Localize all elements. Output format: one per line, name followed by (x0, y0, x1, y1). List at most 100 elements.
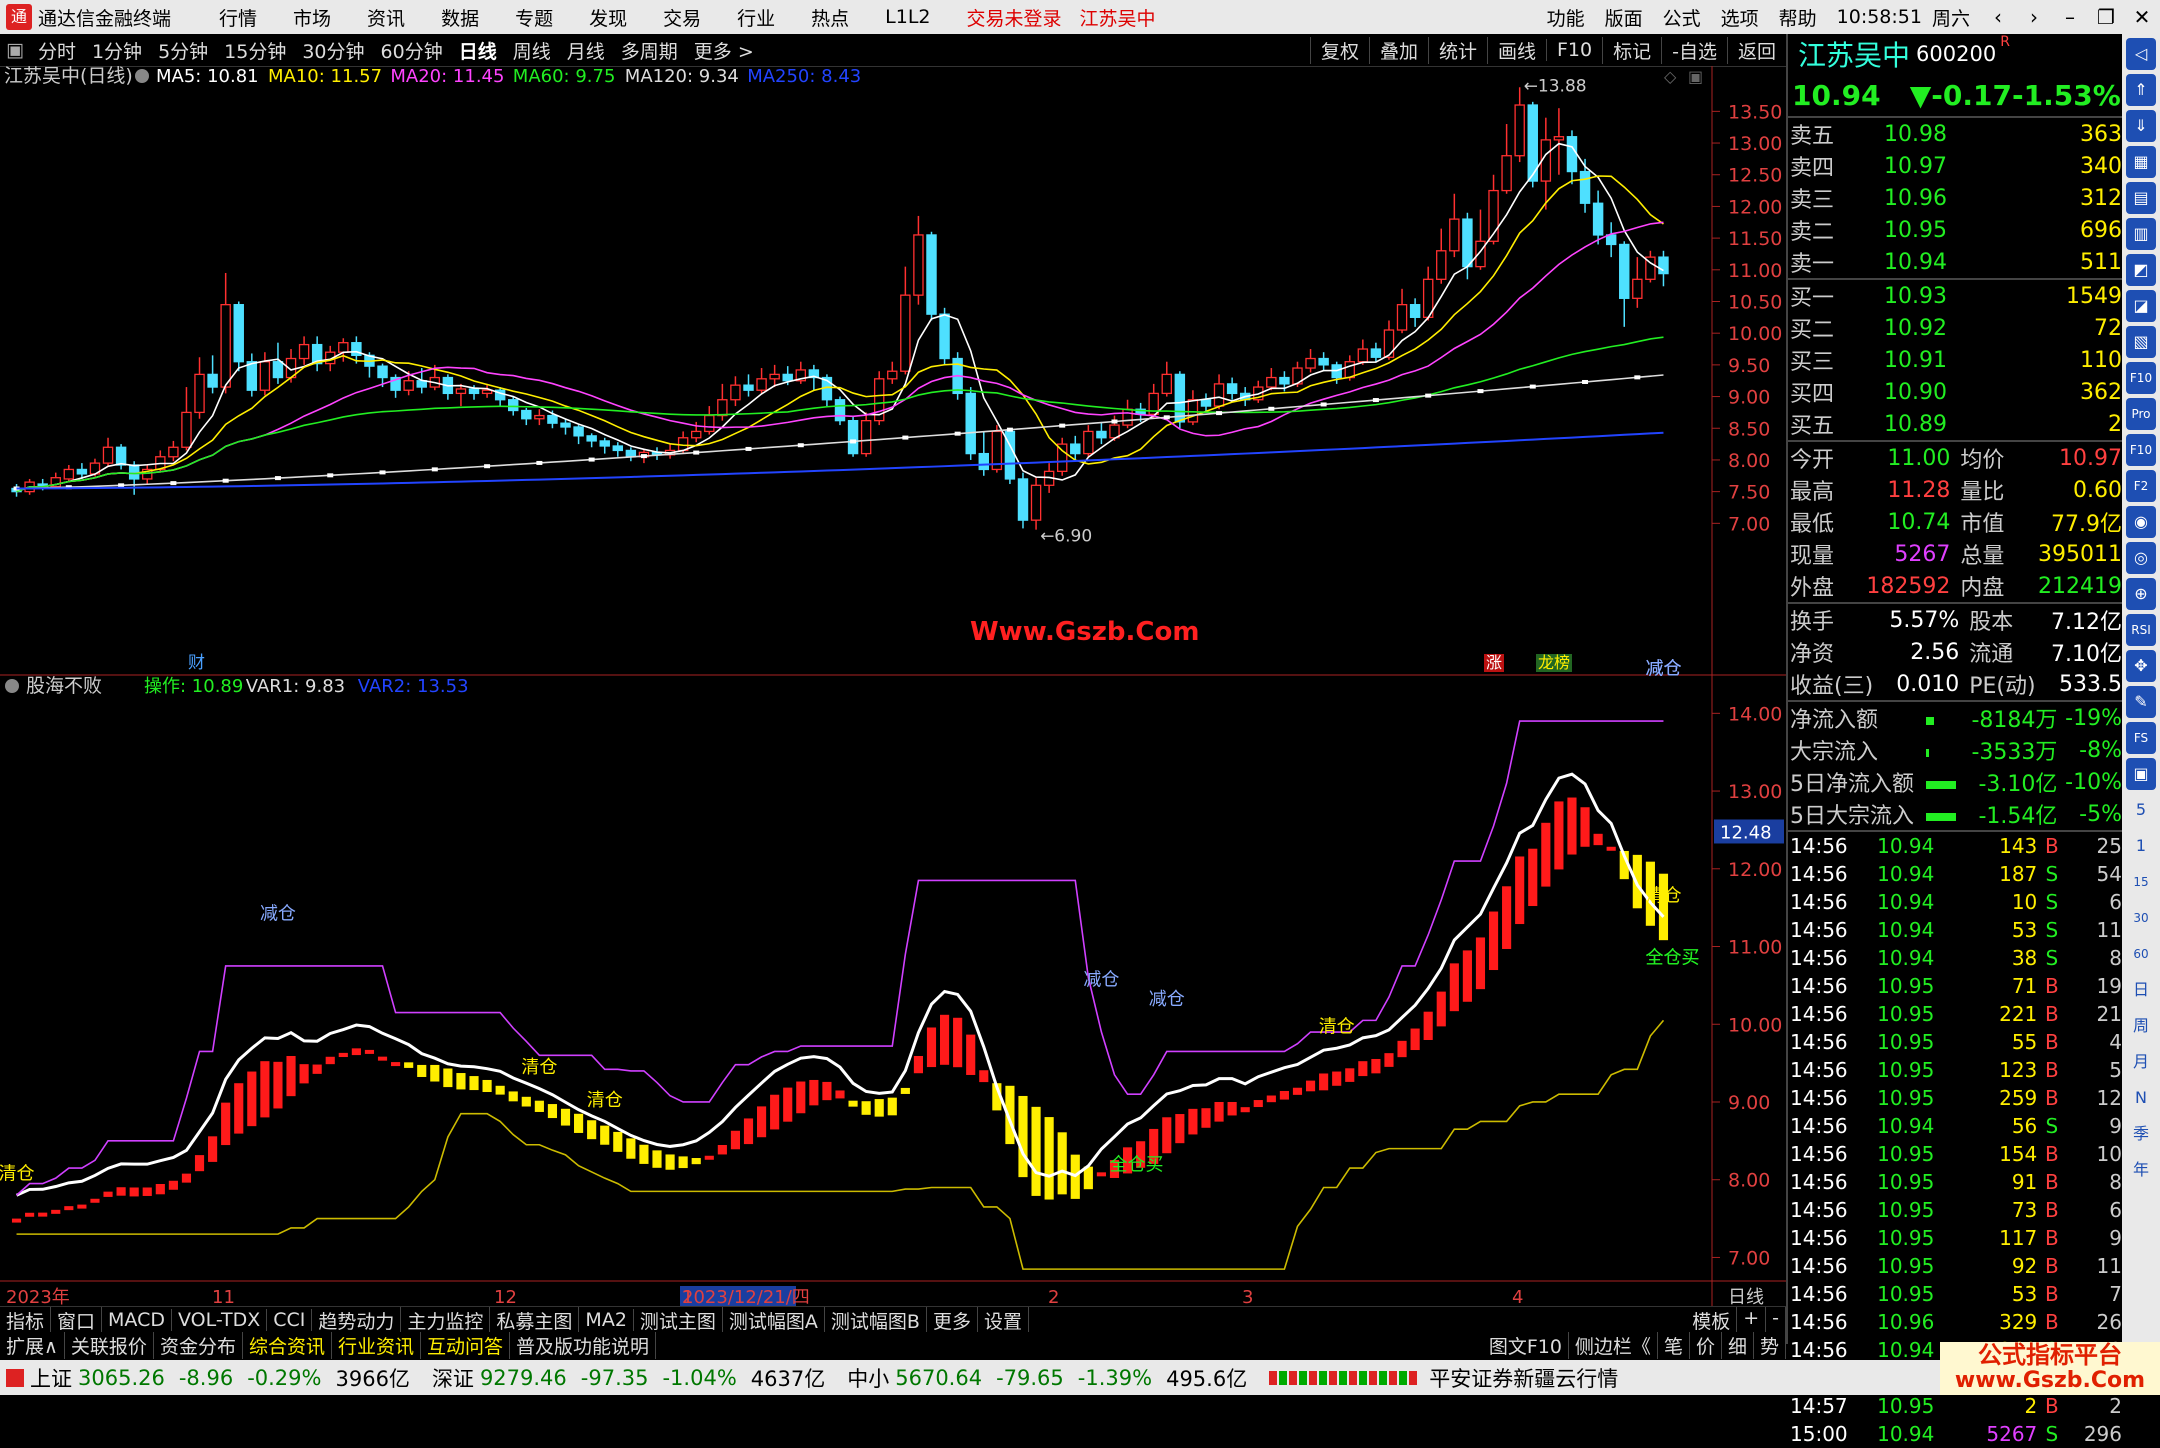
book-row[interactable]: 买二 10.92 72 (1788, 312, 2124, 344)
chart-tool-button[interactable]: 统计 (1427, 36, 1487, 64)
menu-item[interactable]: 交易 (663, 4, 701, 31)
panel-tab[interactable]: 细 (1722, 1331, 1754, 1359)
book-row[interactable]: 卖五 10.98 363 (1788, 117, 2124, 150)
period-tab[interactable]: 日线 (459, 37, 497, 64)
side-tool-icon[interactable]: ◩ (2126, 254, 2156, 286)
chart-tool-button[interactable]: 画线 (1486, 36, 1546, 64)
indicator-tab[interactable]: 更多 (927, 1306, 978, 1334)
book-row[interactable]: 卖四 10.97 340 (1788, 150, 2124, 182)
limit-up-marker[interactable]: 涨 (1486, 653, 1502, 672)
side-tool-icon[interactable]: ▥ (2126, 218, 2156, 250)
side-tool-icon[interactable]: ⇑ (2126, 74, 2156, 106)
side-tool-icon[interactable]: 年 (2126, 1154, 2156, 1186)
menu-item[interactable]: 行业 (737, 4, 775, 31)
side-tool-icon[interactable]: 季 (2126, 1118, 2156, 1150)
indicator-tab[interactable]: CCI (267, 1309, 313, 1331)
indicator-tab[interactable]: 指标 (0, 1306, 52, 1334)
menu-item[interactable]: 数据 (441, 4, 479, 31)
menu-item[interactable]: 市场 (293, 4, 331, 31)
extension-tab[interactable]: 互动问答 (421, 1331, 510, 1359)
template-button[interactable]: + (1737, 1306, 1767, 1334)
side-tool-icon[interactable]: ⇓ (2126, 110, 2156, 142)
period-tab[interactable]: 多周期 (621, 37, 678, 64)
extension-tab[interactable]: 扩展∧ (0, 1331, 65, 1359)
title-menu-item[interactable]: 帮助 (1779, 4, 1817, 31)
book-row[interactable]: 买一 10.93 1549 (1788, 279, 2124, 312)
chart-tool-button[interactable]: 返回 (1726, 36, 1786, 64)
side-tool-icon[interactable]: ▤ (2126, 182, 2156, 214)
panel-tab[interactable]: 图文F10 (1483, 1331, 1569, 1359)
restore-icon[interactable]: ❐ (2088, 5, 2124, 29)
extension-tab[interactable]: 行业资讯 (332, 1331, 421, 1359)
server-name[interactable]: 平安证券新疆云行情 (1429, 1363, 1618, 1393)
toggle-panel-icon[interactable]: ▣ (6, 39, 24, 61)
login-status[interactable]: 交易未登录 (967, 4, 1062, 31)
forward-icon[interactable]: › (2016, 5, 2052, 29)
settings-icon[interactable] (135, 69, 149, 83)
side-tool-icon[interactable]: F2 (2126, 470, 2156, 502)
side-tool-icon[interactable]: 月 (2126, 1046, 2156, 1078)
index-name[interactable]: 上证 (30, 1363, 72, 1393)
period-tab[interactable]: 分时 (38, 37, 76, 64)
indicator-tab[interactable]: 测试主图 (634, 1306, 723, 1334)
menu-item[interactable]: 发现 (589, 4, 627, 31)
period-tab[interactable]: 60分钟 (381, 37, 443, 64)
side-tool-icon[interactable]: ◉ (2126, 506, 2156, 538)
chart-box-icon[interactable]: ▣ (1688, 67, 1703, 86)
indicator-tab[interactable]: MA2 (579, 1309, 634, 1331)
close-icon[interactable]: ✕ (2124, 5, 2160, 29)
menu-item[interactable]: 热点 (811, 4, 849, 31)
menu-item[interactable]: 行情 (219, 4, 257, 31)
menu-item[interactable]: L1L2 (885, 6, 930, 28)
side-tool-icon[interactable]: 日 (2126, 974, 2156, 1006)
side-tool-icon[interactable]: 周 (2126, 1010, 2156, 1042)
kline-chart[interactable]: 13.50 13.00 12.50 12.00 11.50 11.00 10.50 10.00… (0, 66, 1786, 1308)
side-tool-icon[interactable]: 30 (2126, 902, 2156, 934)
title-menu-item[interactable]: 公式 (1663, 4, 1701, 31)
back-icon[interactable]: ‹ (1980, 5, 2016, 29)
indicator-tab[interactable]: 测试幅图A (723, 1306, 825, 1334)
chart-tool-button[interactable]: -自选 (1661, 36, 1727, 64)
indicator-tab[interactable]: 测试幅图B (825, 1306, 927, 1334)
side-tool-icon[interactable]: 1 (2126, 830, 2156, 862)
indicator-tab[interactable]: MACD (102, 1309, 172, 1331)
book-row[interactable]: 卖三 10.96 312 (1788, 182, 2124, 214)
panel-tab[interactable]: 势 (1754, 1331, 1786, 1359)
title-menu-item[interactable]: 功能 (1547, 4, 1585, 31)
side-tool-icon[interactable]: FS (2126, 722, 2156, 754)
side-tool-icon[interactable]: N (2126, 1082, 2156, 1114)
side-tool-icon[interactable]: ◎ (2126, 542, 2156, 574)
book-row[interactable]: 买三 10.91 110 (1788, 344, 2124, 376)
side-tool-icon[interactable]: ✎ (2126, 686, 2156, 718)
chart-diamond-icon[interactable]: ◇ (1664, 67, 1677, 86)
side-tool-icon[interactable]: ▣ (2126, 758, 2156, 790)
menu-item[interactable]: 专题 (515, 4, 553, 31)
extension-tab[interactable]: 资金分布 (154, 1331, 243, 1359)
extension-tab[interactable]: 普及版功能说明 (510, 1331, 657, 1359)
book-row[interactable]: 买四 10.90 362 (1788, 376, 2124, 408)
extension-tab[interactable]: 综合资讯 (243, 1331, 332, 1359)
indicator-tab[interactable]: 窗口 (51, 1306, 103, 1334)
side-tool-icon[interactable]: ◪ (2126, 290, 2156, 322)
period-tab[interactable]: 5分钟 (158, 37, 208, 64)
side-tool-icon[interactable]: Pro (2126, 398, 2156, 430)
period-tab[interactable]: 15分钟 (224, 37, 286, 64)
indicator-tab[interactable]: 私募主图 (490, 1306, 580, 1334)
period-tab[interactable]: 周线 (513, 37, 551, 64)
side-tool-icon[interactable]: 15 (2126, 866, 2156, 898)
finance-marker[interactable]: 财 (188, 653, 205, 673)
side-tool-icon[interactable]: 5 (2126, 794, 2156, 826)
title-menu-item[interactable]: 选项 (1721, 4, 1759, 31)
chart-tool-button[interactable]: 复权 (1309, 36, 1369, 64)
book-row[interactable]: 卖一 10.94 511 (1788, 246, 2124, 278)
minimize-icon[interactable]: – (2052, 5, 2088, 29)
side-tool-icon[interactable]: ▧ (2126, 326, 2156, 358)
period-tab[interactable]: 月线 (567, 37, 605, 64)
panel-tab[interactable]: 笔 (1658, 1331, 1690, 1359)
panel-tab[interactable]: 价 (1690, 1331, 1722, 1359)
period-tab[interactable]: 更多 > (694, 37, 754, 64)
title-menu-item[interactable]: 版面 (1605, 4, 1643, 31)
side-tool-icon[interactable]: RSI (2126, 614, 2156, 646)
side-tool-icon[interactable]: 60 (2126, 938, 2156, 970)
template-button[interactable]: 模板 (1686, 1306, 1738, 1334)
